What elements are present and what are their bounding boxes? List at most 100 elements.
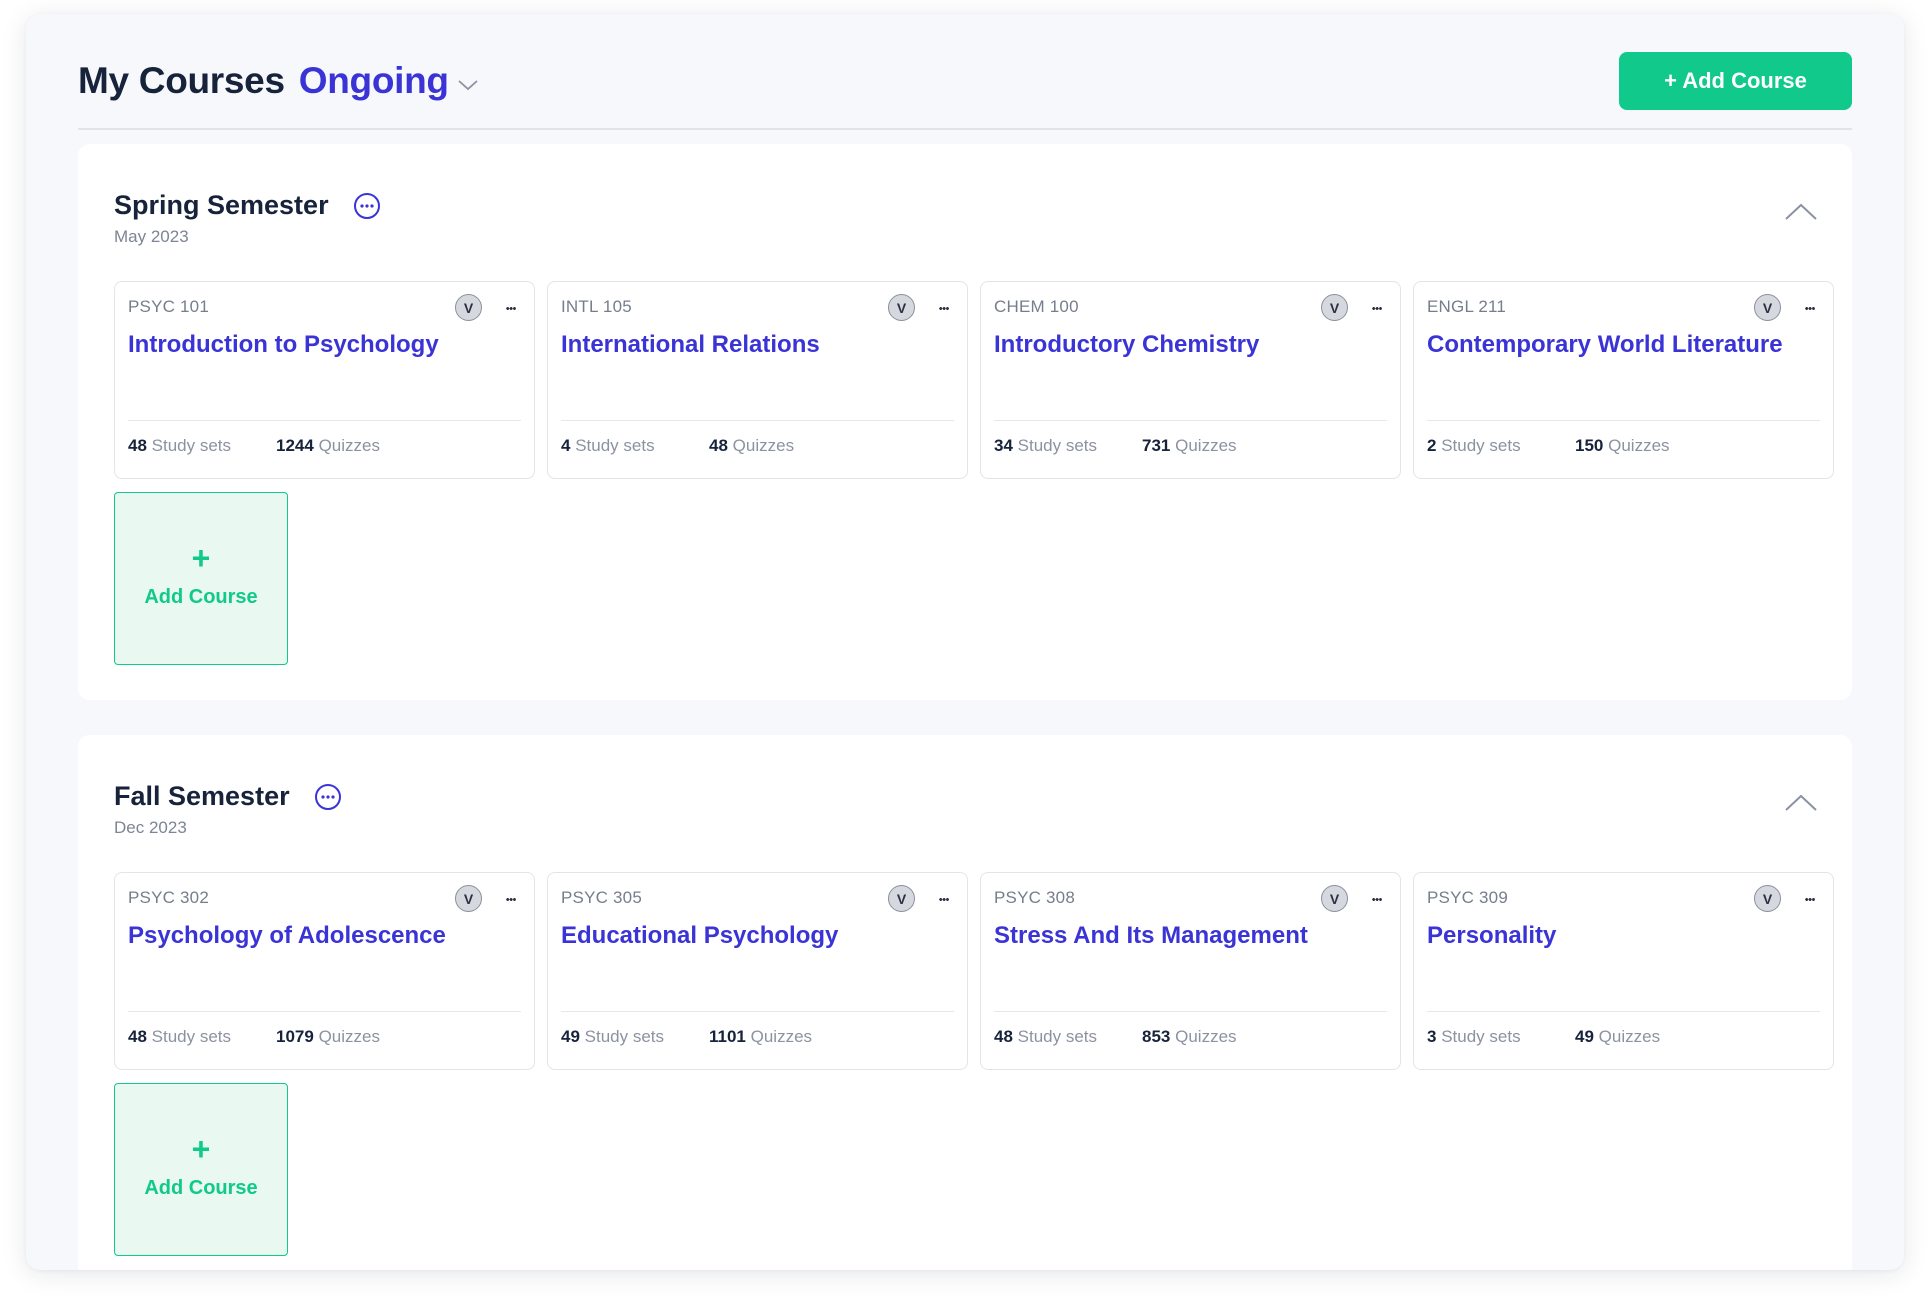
quizzes-count: 49: [1575, 1027, 1594, 1046]
course-code: CHEM 100: [994, 297, 1079, 316]
quizzes-count: 1101: [709, 1027, 746, 1046]
quizzes-label: Quizzes: [318, 1027, 380, 1046]
course-stats: 3 Study sets 49 Quizzes: [1427, 1027, 1660, 1047]
study-sets-stat: 48 Study sets: [128, 436, 276, 456]
course-name[interactable]: Stress And Its Management: [994, 921, 1386, 951]
quizzes-stat: 1079 Quizzes: [276, 1027, 380, 1047]
card-more-icon[interactable]: [496, 293, 526, 323]
version-badge[interactable]: V: [455, 885, 482, 912]
semester-date: May 2023: [114, 227, 189, 246]
quizzes-label: Quizzes: [1598, 1027, 1661, 1046]
more-options-icon[interactable]: [314, 783, 342, 811]
study-sets-count: 4: [561, 436, 571, 455]
study-sets-count: 48: [994, 1027, 1013, 1046]
course-filter-dropdown[interactable]: Ongoing: [299, 60, 479, 102]
card-divider: [1427, 1011, 1820, 1012]
course-name[interactable]: Educational Psychology: [561, 921, 953, 951]
card-more-icon[interactable]: [496, 884, 526, 914]
version-badge[interactable]: V: [455, 294, 482, 321]
study-sets-count: 48: [128, 436, 147, 455]
course-card[interactable]: INTL 105 V International Relations 4 Stu…: [547, 281, 968, 479]
card-more-icon[interactable]: [929, 884, 959, 914]
study-sets-label: Study sets: [1017, 436, 1098, 455]
quizzes-count: 853: [1142, 1027, 1171, 1046]
quizzes-stat: 1101 Quizzes: [709, 1027, 812, 1047]
course-card[interactable]: CHEM 100 V Introductory Chemistry 34 Stu…: [980, 281, 1401, 479]
semester-section-spring: Spring Semester May 2023 PSYC 101 V Intr…: [78, 144, 1852, 700]
semester-date: Dec 2023: [114, 818, 187, 837]
quizzes-count: 731: [1142, 436, 1171, 455]
quizzes-count: 1244: [276, 436, 314, 455]
card-divider: [561, 1011, 954, 1012]
semester-header: Fall Semester Dec 2023: [114, 781, 342, 838]
card-more-icon[interactable]: [929, 293, 959, 323]
more-options-icon[interactable]: [353, 192, 381, 220]
version-badge[interactable]: V: [1321, 294, 1348, 321]
card-more-icon[interactable]: [1795, 884, 1825, 914]
page-header: My Courses Ongoing + Add Course: [78, 34, 1852, 130]
study-sets-label: Study sets: [575, 436, 655, 455]
course-grid: PSYC 302 V Psychology of Adolescence 48 …: [114, 872, 1834, 1070]
card-divider: [994, 1011, 1387, 1012]
chevron-down-icon[interactable]: [457, 78, 479, 92]
course-card[interactable]: PSYC 305 V Educational Psychology 49 Stu…: [547, 872, 968, 1070]
course-card[interactable]: PSYC 101 V Introduction to Psychology 48…: [114, 281, 535, 479]
plus-icon[interactable]: +: [192, 542, 211, 574]
quizzes-stat: 48 Quizzes: [709, 436, 794, 456]
version-badge[interactable]: V: [888, 294, 915, 321]
course-stats: 48 Study sets 1079 Quizzes: [128, 1027, 380, 1047]
add-course-tile-label[interactable]: Add Course: [144, 1177, 257, 1200]
course-card[interactable]: PSYC 309 V Personality 3 Study sets 49 Q…: [1413, 872, 1834, 1070]
quizzes-label: Quizzes: [750, 1027, 813, 1046]
course-stats: 49 Study sets 1101 Quizzes: [561, 1027, 812, 1047]
course-name[interactable]: Psychology of Adolescence: [128, 921, 520, 951]
card-more-icon[interactable]: [1362, 884, 1392, 914]
study-sets-label: Study sets: [151, 436, 232, 455]
course-name[interactable]: Introduction to Psychology: [128, 330, 520, 360]
quizzes-stat: 853 Quizzes: [1142, 1027, 1237, 1047]
page-title: My Courses: [78, 60, 285, 101]
version-badge[interactable]: V: [1321, 885, 1348, 912]
filter-label[interactable]: Ongoing: [299, 60, 449, 102]
course-name[interactable]: Contemporary World Literature: [1427, 330, 1819, 360]
course-card[interactable]: PSYC 308 V Stress And Its Management 48 …: [980, 872, 1401, 1070]
semester-title-row: Fall Semester: [114, 781, 342, 812]
study-sets-stat: 4 Study sets: [561, 436, 709, 456]
chevron-up-icon[interactable]: [1784, 793, 1818, 813]
quizzes-stat: 1244 Quizzes: [276, 436, 380, 456]
chevron-up-icon[interactable]: [1784, 202, 1818, 222]
version-badge[interactable]: V: [1754, 885, 1781, 912]
version-badge[interactable]: V: [1754, 294, 1781, 321]
course-card[interactable]: PSYC 302 V Psychology of Adolescence 48 …: [114, 872, 535, 1070]
course-card[interactable]: ENGL 211 V Contemporary World Literature…: [1413, 281, 1834, 479]
study-sets-label: Study sets: [1017, 1027, 1098, 1046]
study-sets-label: Study sets: [1441, 1027, 1521, 1046]
card-divider: [1427, 420, 1820, 421]
course-stats: 48 Study sets 1244 Quizzes: [128, 436, 380, 456]
card-divider: [128, 420, 521, 421]
course-code: PSYC 308: [994, 888, 1075, 907]
course-stats: 48 Study sets 853 Quizzes: [994, 1027, 1237, 1047]
add-course-tile[interactable]: + Add Course: [114, 1083, 288, 1256]
course-name[interactable]: Personality: [1427, 921, 1819, 951]
add-course-tile[interactable]: + Add Course: [114, 492, 288, 665]
add-course-button[interactable]: + Add Course: [1619, 52, 1852, 110]
quizzes-stat: 49 Quizzes: [1575, 1027, 1660, 1047]
course-stats: 34 Study sets 731 Quizzes: [994, 436, 1237, 456]
study-sets-stat: 3 Study sets: [1427, 1027, 1575, 1047]
study-sets-label: Study sets: [151, 1027, 232, 1046]
course-code: ENGL 211: [1427, 297, 1507, 316]
add-course-tile-label[interactable]: Add Course: [144, 586, 257, 609]
version-badge[interactable]: V: [888, 885, 915, 912]
plus-icon[interactable]: +: [192, 1133, 211, 1165]
course-code: INTL 105: [561, 297, 632, 316]
card-more-icon[interactable]: [1362, 293, 1392, 323]
course-name[interactable]: International Relations: [561, 330, 953, 360]
quizzes-stat: 150 Quizzes: [1575, 436, 1670, 456]
course-name[interactable]: Introductory Chemistry: [994, 330, 1386, 360]
course-grid: PSYC 101 V Introduction to Psychology 48…: [114, 281, 1834, 479]
card-more-icon[interactable]: [1795, 293, 1825, 323]
study-sets-stat: 49 Study sets: [561, 1027, 709, 1047]
quizzes-label: Quizzes: [732, 436, 795, 455]
study-sets-stat: 48 Study sets: [128, 1027, 276, 1047]
